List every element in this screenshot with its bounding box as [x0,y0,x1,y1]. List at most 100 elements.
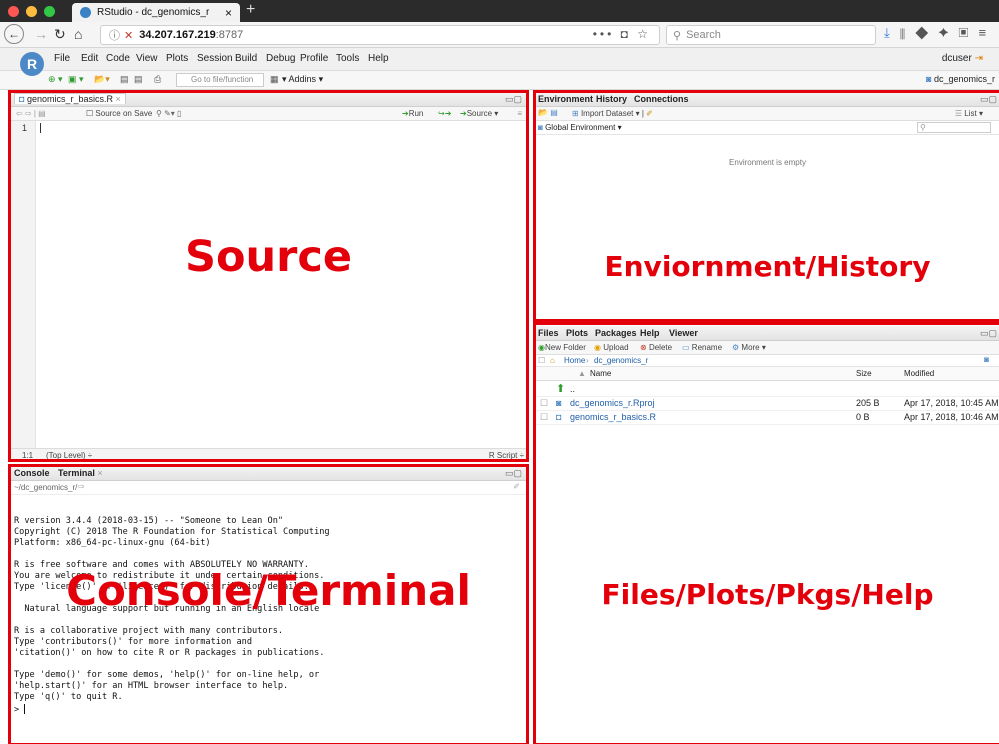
project-menu[interactable]: ◙ dc_genomics_r [926,74,995,84]
menu-plots[interactable]: Plots [166,53,188,64]
load-workspace-icon[interactable]: 📂 ▤ [538,108,558,117]
menu-code[interactable]: Code [106,53,130,64]
file-name[interactable]: genomics_r_basics.R [570,412,656,422]
tab-help[interactable]: Help [640,328,660,338]
tab-packages[interactable]: Packages [595,328,637,338]
print-icon[interactable]: ⎙ [154,74,161,85]
download-icon[interactable]: ⤓ [884,25,900,40]
filetype-indicator[interactable]: R Script ÷ [489,451,524,460]
scope-indicator[interactable]: (Top Level) ÷ [46,451,92,460]
tab-connections[interactable]: Connections [634,94,689,104]
url-bar[interactable]: ⓘ ✕ 34.207.167.219 :8787 ••• ◘ ☆ [100,25,660,45]
pane-minmax-icon[interactable]: ▭▢ [980,94,997,105]
rproj-shortcut-icon[interactable]: ◙ [984,355,989,364]
home-icon[interactable]: ⌂ [74,25,82,43]
browser-tab[interactable]: RStudio - dc_genomics_r × [72,3,240,22]
pane-minmax-icon[interactable]: ▭▢ [505,94,522,105]
addins-button[interactable]: ▾ Addins ▾ [282,74,323,85]
row-checkbox[interactable]: ☐ [540,412,548,423]
window-close-button[interactable] [8,6,19,17]
clear-console-icon[interactable]: ✐ [513,482,520,491]
menu-help[interactable]: Help [368,53,389,64]
environment-overlay-label: Enviornment/History [604,250,931,283]
col-modified-header[interactable]: Modified [904,369,934,378]
col-name-header[interactable]: Name [590,369,611,378]
breadcrumb-home[interactable]: Home [564,356,585,365]
tab-terminal[interactable]: Terminal × [58,468,103,478]
outline-icon[interactable]: ≡ [517,109,522,118]
upload-button[interactable]: ◉ Upload [594,343,629,352]
window-maximize-button[interactable] [44,6,55,17]
extension-icon[interactable]: ◆ [915,25,938,40]
tab-history[interactable]: History [596,94,627,104]
tab-close-icon[interactable]: × [225,6,232,20]
save-workspace-icon[interactable]: ▤ [550,108,558,117]
source-button[interactable]: ➔Source ▾ [460,109,498,118]
broom-icon[interactable]: ✐ [646,109,653,118]
forward-arrow-icon[interactable]: → [34,25,48,43]
table-row[interactable]: ☐ ◘ genomics_r_basics.R 0 B Apr 17, 2018… [536,410,999,425]
console-prompt[interactable]: > [14,704,26,716]
delete-button[interactable]: ⊗ Delete [640,343,672,352]
more-button[interactable]: ⚙ More ▾ [732,343,766,352]
r-file-icon: ◘ [556,412,562,422]
pane-minmax-icon[interactable]: ▭▢ [505,468,522,479]
menu-view[interactable]: View [136,53,158,64]
rerun-icon[interactable]: ↪➔ [438,109,451,118]
parent-dir-row[interactable]: ⬆ .. [536,382,999,397]
nav-arrows-icon[interactable]: ⇦ ⇨ | ▤ [16,109,46,118]
file-name[interactable]: dc_genomics_r.Rproj [570,398,655,408]
menu-file[interactable]: File [54,53,70,64]
open-file-icon[interactable]: 📂▾ [94,74,110,85]
breadcrumb-checkbox[interactable]: ☐ [538,356,545,365]
table-row[interactable]: ☐ ◙ dc_genomics_r.Rproj 205 B Apr 17, 20… [536,396,999,411]
menu-debug[interactable]: Debug [266,53,295,64]
search-input[interactable]: ⚲ Search [666,25,876,45]
new-tab-button[interactable]: + [246,1,255,19]
save-all-icon[interactable]: ▤ [134,74,143,85]
source-on-save-checkbox[interactable]: ☐ Source on Save [86,109,152,118]
menu-edit[interactable]: Edit [81,53,98,64]
breadcrumb-dir[interactable]: dc_genomics_r [594,356,648,365]
global-env-selector[interactable]: ◙ Global Environment ▾ [538,123,622,132]
close-tab-icon[interactable]: × [97,468,102,478]
tab-environment[interactable]: Environment [538,94,593,104]
new-folder-button[interactable]: ◉New Folder [538,343,586,352]
addon-icon[interactable]: ✦ [938,25,958,40]
menu-session[interactable]: Session [197,53,233,64]
hamburger-menu-icon[interactable]: ≡ [978,25,996,40]
list-view-button[interactable]: ☰ List ▾ [955,109,983,118]
menu-tools[interactable]: Tools [336,53,359,64]
import-dataset-button[interactable]: ⊞ Import Dataset ▾ | ✐ [572,109,653,118]
page-actions-icons[interactable]: ••• ◘ ☆ [593,27,651,41]
library-icon[interactable]: ⫴ [900,25,915,40]
page-actions-menu-icon[interactable]: ••• [593,27,615,41]
search-replace-icon[interactable]: ⚲ ✎▾ ▯ [156,109,181,118]
sidebar-icon[interactable]: ▣ [959,25,979,40]
new-project-icon[interactable]: ▣ ▾ [68,74,84,85]
rename-button[interactable]: ▭ Rename [682,343,722,352]
save-icon[interactable]: ▤ [120,74,129,85]
close-tab-icon[interactable]: × [116,94,121,104]
environment-search-input[interactable]: ⚲ [917,122,991,133]
window-minimize-button[interactable] [26,6,37,17]
grid-icon[interactable]: ▦ [270,74,279,85]
goto-file-input[interactable]: Go to file/function [176,73,264,87]
new-file-icon[interactable]: ⊕ ▾ [48,74,63,85]
tab-console[interactable]: Console [14,468,50,478]
run-button[interactable]: ➔Run [402,109,423,118]
back-arrow-icon[interactable]: ← [4,24,24,44]
menu-build[interactable]: Build [235,53,257,64]
col-size-header[interactable]: Size [856,369,872,378]
code-editor[interactable] [38,121,528,448]
goto-dir-icon[interactable]: ⇨ [78,482,85,491]
pane-minmax-icon[interactable]: ▭▢ [980,328,997,339]
tab-viewer[interactable]: Viewer [669,328,698,338]
row-checkbox[interactable]: ☐ [540,398,548,409]
tab-plots[interactable]: Plots [566,328,588,338]
tab-files[interactable]: Files [538,328,559,338]
reload-icon[interactable]: ↻ [54,25,66,43]
tab-genomics-r-basics[interactable]: ◘ genomics_r_basics.R × [14,93,126,104]
menu-profile[interactable]: Profile [300,53,328,64]
signout-icon[interactable]: ⇥ [975,53,983,64]
